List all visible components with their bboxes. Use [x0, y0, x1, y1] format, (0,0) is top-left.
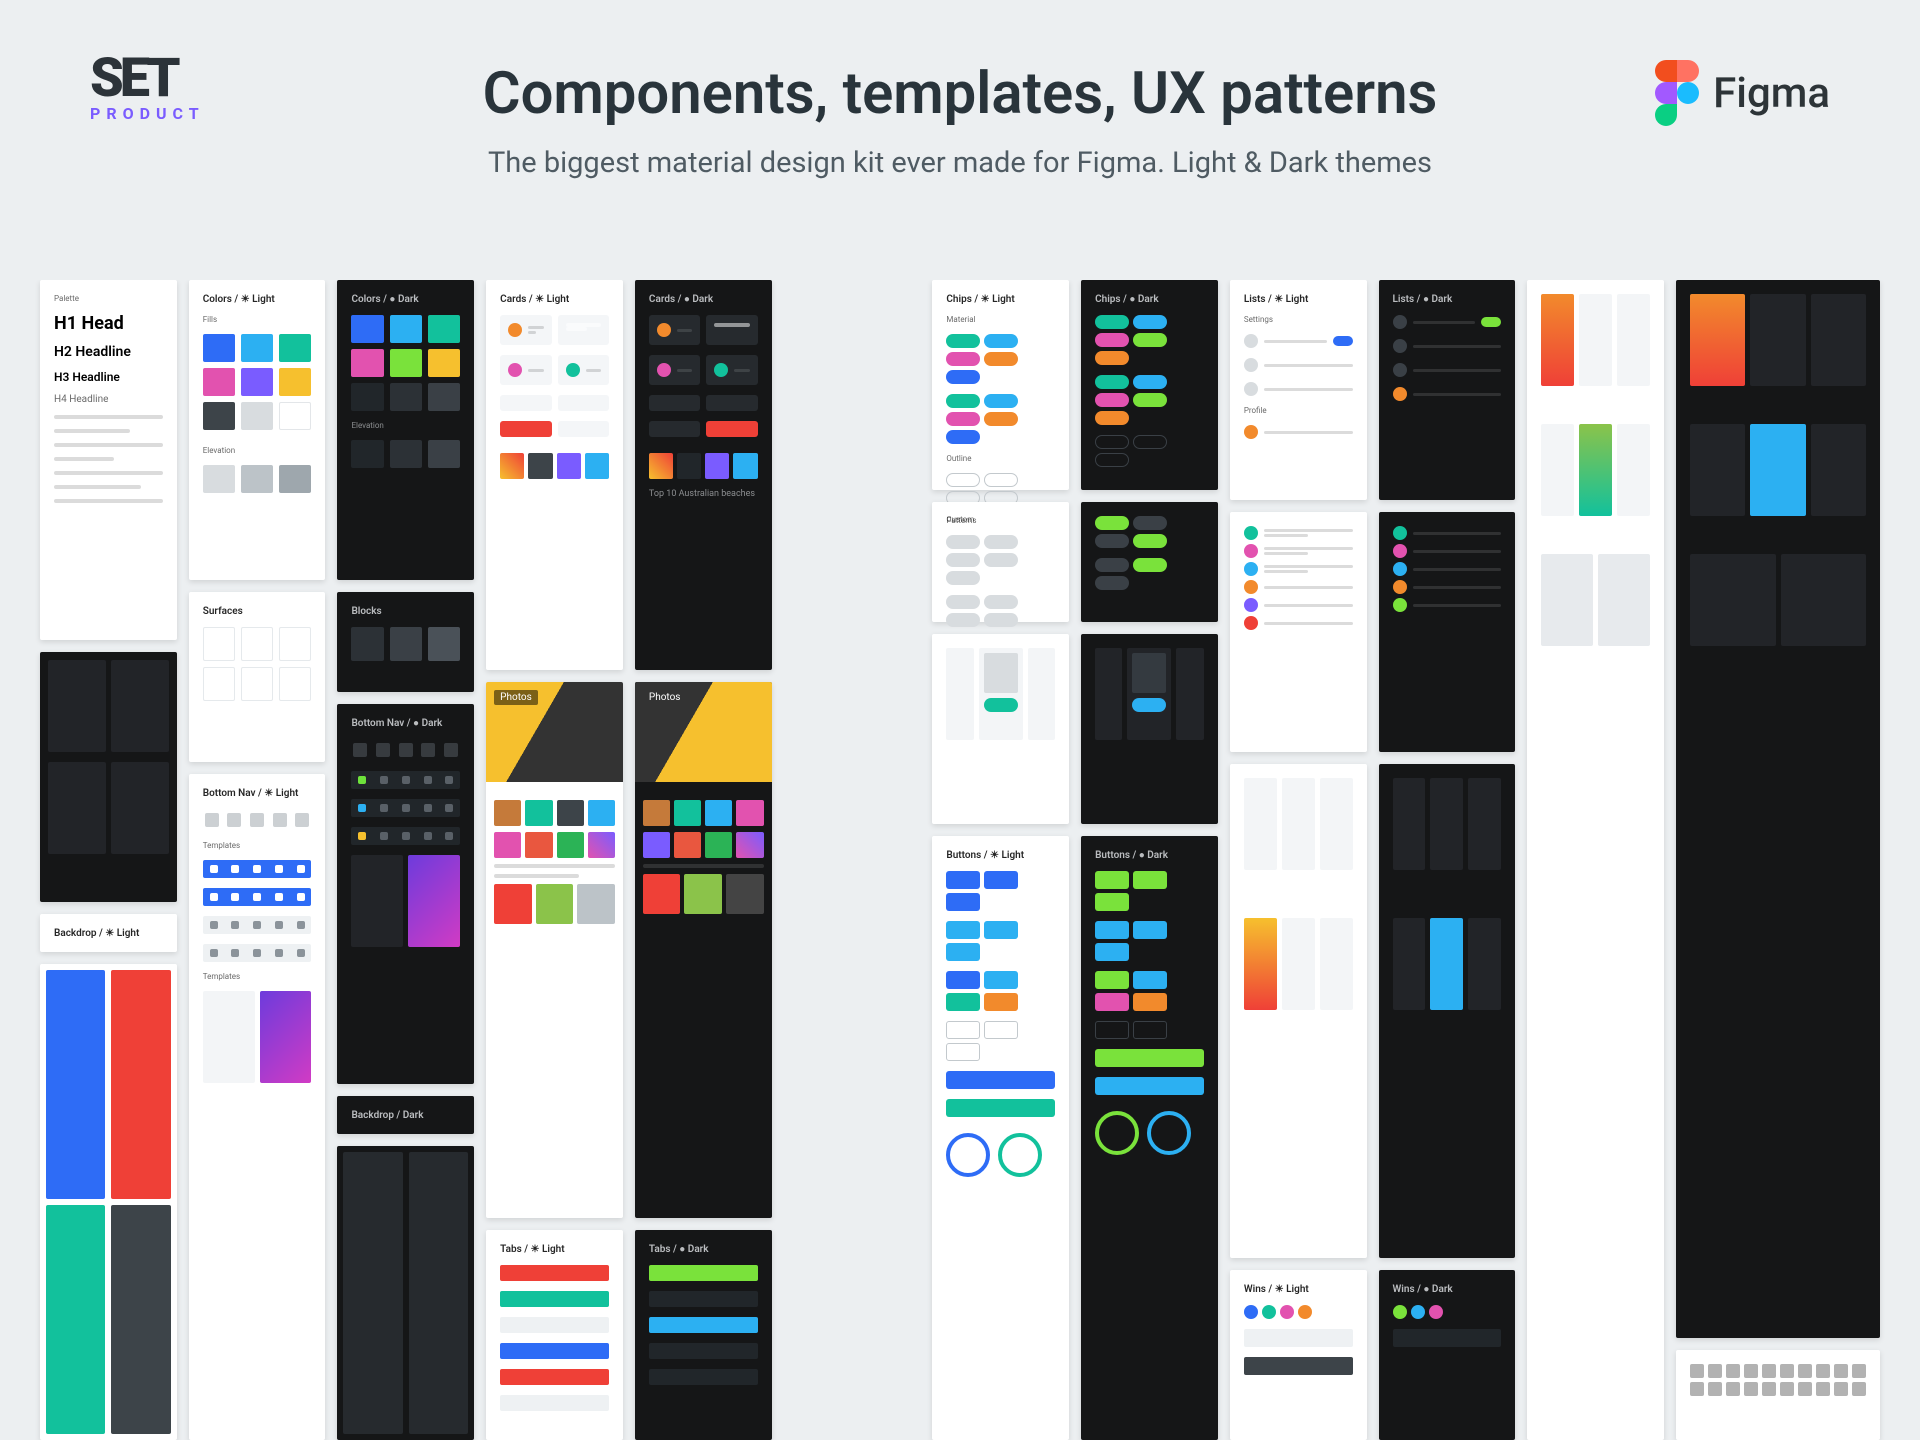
- panel-lists-light: Lists / ☀ Light Settings Profile: [1230, 280, 1367, 500]
- gallery-header-label: Photos: [494, 690, 538, 705]
- gallery-dark-header-label: Photos: [643, 690, 687, 705]
- panel-backdrop-light-header: Backdrop / ☀ Light: [40, 914, 177, 952]
- panel-gallery-light: Photos: [486, 682, 623, 1218]
- board: Palette H1 Head H2 Headline H3 Headline …: [0, 280, 1920, 1440]
- panel-bottom-nav-dark: Bottom Nav / ● Dark: [337, 704, 474, 1084]
- page-title: Components, templates, UX patterns: [90, 60, 1830, 128]
- panel-surfaces: Surfaces: [189, 592, 326, 762]
- figma-icon: [1655, 60, 1699, 126]
- panel-colors-dark: Colors / ● Dark Elevation: [337, 280, 474, 580]
- panel-icon-sheet: [1676, 1350, 1880, 1440]
- panel-wins-light: Wins / ☀ Light: [1230, 1270, 1367, 1440]
- panel-lists-dark: Lists / ● Dark: [1379, 280, 1516, 500]
- panel-tabs-dark: Tabs / ● Dark: [635, 1230, 772, 1440]
- panel-lists-patterns-light: [1230, 512, 1367, 752]
- panel-typography: Palette H1 Head H2 Headline H3 Headline …: [40, 280, 177, 640]
- panel-wins-dark: Wins / ● Dark: [1379, 1270, 1516, 1440]
- panel-chips-light: Chips / ☀ Light Material Outline Custom: [932, 280, 1069, 490]
- panel-buttons-light: Buttons / ☀ Light: [932, 836, 1069, 1440]
- brand-figma-logo: Figma: [1655, 60, 1830, 126]
- panel-chips-templates-light: [932, 634, 1069, 824]
- brand-line2: PRODUCT: [90, 104, 205, 123]
- panel-title-label: Palette: [54, 294, 163, 303]
- panel-blocks-dark: Blocks: [337, 592, 474, 692]
- panel-lists-patterns-dark: [1379, 512, 1516, 752]
- panel-dark-strip: [40, 652, 177, 902]
- panel-lists-templates-light: [1230, 764, 1367, 1258]
- panel-bottom-nav-light: Bottom Nav / ☀ Light Templates Templates: [189, 774, 326, 1440]
- brand-line1: SET: [90, 56, 205, 102]
- page-subtitle: The biggest material design kit ever mad…: [90, 146, 1830, 180]
- panel-tabs-light: Tabs / ☀ Light: [486, 1230, 623, 1440]
- panel-gallery-dark: Photos: [635, 682, 772, 1218]
- panel-backdrop-dark: [337, 1146, 474, 1440]
- panel-backdrop-dark-header: Backdrop / Dark: [337, 1096, 474, 1134]
- typography-h3: H3 Headline: [54, 370, 163, 384]
- panel-cards-light: Cards / ☀ Light: [486, 280, 623, 670]
- panel-food-templates-dark: [1676, 280, 1880, 1338]
- panel-lists-templates-dark: [1379, 764, 1516, 1258]
- panel-backdrop-templates: [40, 964, 177, 1440]
- panel-chips-templates-dark: [1081, 634, 1218, 824]
- panel-chips-patterns-dark: [1081, 502, 1218, 622]
- typography-h2: H2 Headline: [54, 344, 163, 360]
- brand-set-logo: SET PRODUCT: [90, 56, 205, 123]
- panel-cards-dark: Cards / ● Dark Top 10 Australian beaches: [635, 280, 772, 670]
- panel-colors-light: Colors / ☀ Light Fills Elevation: [189, 280, 326, 580]
- figma-label: Figma: [1713, 69, 1830, 118]
- hero: SET PRODUCT Components, templates, UX pa…: [0, 0, 1920, 280]
- panel-food-templates-light: [1527, 280, 1664, 1440]
- typography-h1: H1 Head: [54, 313, 163, 334]
- typography-h4: H4 Headline: [54, 394, 163, 405]
- panel-chips-patterns-light: Patterns: [932, 502, 1069, 622]
- panel-chips-dark: Chips / ● Dark: [1081, 280, 1218, 490]
- panel-buttons-dark: Buttons / ● Dark: [1081, 836, 1218, 1440]
